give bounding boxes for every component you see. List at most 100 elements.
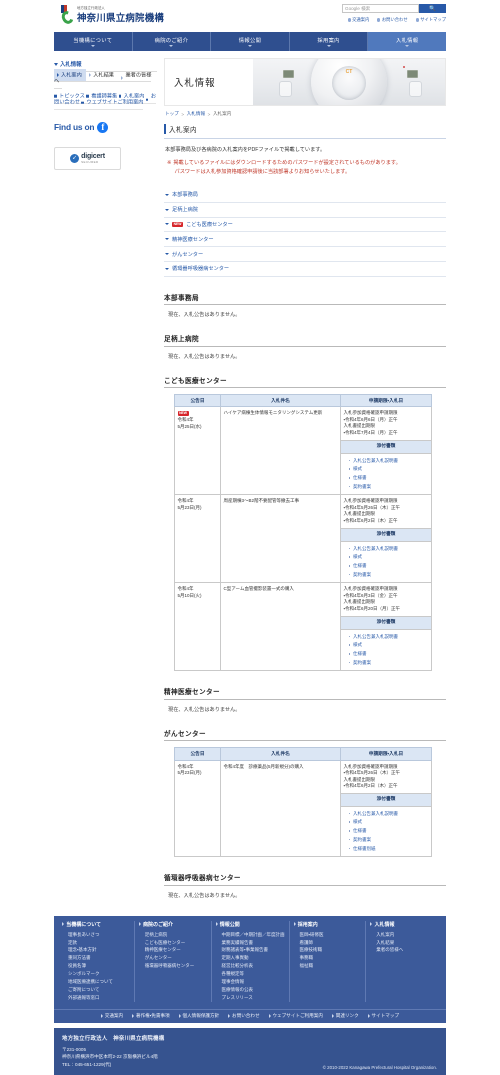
footer-link[interactable]: 業者の皆様へ — [376, 946, 438, 954]
anchor-kodomo[interactable]: NEW こども医療センター — [164, 218, 446, 233]
footer-link[interactable]: 精神医療センター — [145, 946, 207, 954]
sidebar-link-website-usage[interactable]: ウェブサイトご利用案内 — [81, 96, 144, 111]
search-input[interactable]: Google 検索 — [342, 4, 419, 13]
attachment-link[interactable]: 仕様書 — [348, 827, 429, 836]
footer-link[interactable]: ご寄附について — [68, 986, 130, 994]
anchor-ashigarakami[interactable]: 足柄上病院 — [164, 203, 446, 218]
footer-bar-link[interactable]: 交通案内 — [100, 1013, 123, 1019]
attachment-link[interactable]: 様式 — [348, 465, 429, 474]
footer-link[interactable]: 足柄上病院 — [145, 931, 207, 939]
footer-link[interactable]: 中期目標／中期計画／年度計画 — [222, 931, 285, 939]
attachment-link[interactable]: 契約書案 — [348, 571, 429, 580]
footer-link[interactable]: 事務職 — [300, 954, 362, 962]
footer-bar-link[interactable]: 著作権・免責事項 — [132, 1013, 170, 1019]
anchor-gan[interactable]: がんセンター — [164, 247, 446, 262]
nav-item-hospitals[interactable]: 病院のご紹介 — [132, 32, 212, 51]
attachment-link[interactable]: 仕様書 — [348, 650, 429, 659]
footer-column: 採用案内医師・研修医 看護師 医療技術職 事務職 福祉職 — [290, 920, 367, 1002]
attachment-link[interactable]: 仕様書 — [348, 474, 429, 483]
footer-link[interactable]: 入札案内 — [376, 931, 438, 939]
footer-link[interactable]: 看護師 — [300, 939, 362, 947]
footer-link[interactable]: 医師・研修医 — [300, 931, 362, 939]
footer-link[interactable]: 循環器呼吸器病センター — [145, 962, 207, 970]
site-logo[interactable]: 地方独立行政法人 神奈川県立病院機構 — [59, 5, 164, 26]
footer-column-heading[interactable]: 情報公開 — [215, 921, 285, 928]
attachment-link[interactable]: 入札公告兼入札説明書 — [348, 545, 429, 554]
footer-link-list: 理事長あいさつ 定款 理念・基本方針 重同方法書 役員名簿 シンボルマーク 地域医療連携につ… — [62, 931, 130, 1002]
facebook-icon[interactable] — [97, 121, 109, 133]
nav-item-about[interactable]: 当機構について — [54, 32, 133, 51]
footer-bar-link[interactable]: 関連リンク — [331, 1013, 359, 1019]
footer-link[interactable]: 経営比較分析表 — [222, 962, 285, 970]
nav-item-bidding[interactable]: 入札情報 — [368, 32, 446, 51]
footer-link[interactable]: プレスリリース — [222, 994, 285, 1002]
attachment-link[interactable]: 様式 — [348, 641, 429, 650]
digicert-seal[interactable]: digicert SECURED — [54, 146, 121, 170]
attachment-link[interactable]: 様式 — [348, 818, 429, 827]
attachment-link[interactable]: 入札公告兼入札説明書 — [348, 810, 429, 819]
footer-link[interactable]: 各種規定等 — [222, 970, 285, 978]
chevron-down-icon — [169, 45, 174, 48]
attachment-link[interactable]: 入札公告兼入札説明書 — [348, 457, 429, 466]
footer-link[interactable]: 業務実績報告書 — [222, 939, 285, 947]
footer-link[interactable]: 入札結果 — [376, 939, 438, 947]
triangle-down-icon — [165, 267, 169, 270]
sidebar-menu: 入札案内 入札結果 業者の皆様へ — [54, 68, 157, 89]
breadcrumb: トップ > 入札情報 > 入札案内 — [164, 106, 446, 123]
search-button[interactable]: 🔍 — [419, 4, 446, 13]
breadcrumb-item-top[interactable]: トップ — [165, 111, 179, 117]
find-us-on-facebook[interactable]: Find us on — [54, 121, 157, 133]
footer-link[interactable]: 理事会情報 — [222, 978, 285, 986]
footer-link[interactable]: 役員名簿 — [68, 962, 130, 970]
nav-label: 病院のご紹介 — [154, 37, 189, 44]
footer-link[interactable]: 地域医療連携について — [68, 978, 130, 986]
google-search-box: Google 検索 🔍 — [342, 4, 446, 13]
footer-link[interactable]: 理事長あいさつ — [68, 931, 130, 939]
notice-name-cell: 令和4年度 診療薬品(5月新規分)の購入 — [220, 759, 341, 858]
attachment-link[interactable]: 契約書案 — [348, 836, 429, 845]
footer-link[interactable]: 財務諸表等・事業報告書 — [222, 946, 285, 954]
footer-link[interactable]: 福祉職 — [300, 962, 362, 970]
notice-date-cell: 令和4年 5月23日(月) — [174, 759, 221, 858]
footer-column-heading[interactable]: 採用案内 — [293, 921, 362, 928]
attachment-link[interactable]: 仕様書 — [348, 562, 429, 571]
footer-link[interactable]: 理念・基本方針 — [68, 946, 130, 954]
utility-link-contact[interactable]: お問い合わせ — [377, 17, 408, 23]
footer-bar-link[interactable]: 個人情報保護方針 — [178, 1013, 219, 1019]
sidebar-item-bid-results[interactable]: 入札結果 — [86, 68, 119, 83]
sidebar-item-label: 入札結果 — [93, 72, 114, 78]
footer-link[interactable]: がんセンター — [145, 954, 207, 962]
footer-bar-link[interactable]: お問い合わせ — [228, 1013, 260, 1019]
footer-link[interactable]: 重同方法書 — [68, 954, 130, 962]
footer-bar-link[interactable]: サイトマップ — [367, 1013, 399, 1019]
utility-link-sitemap[interactable]: サイトマップ — [415, 17, 446, 23]
footer-column-heading[interactable]: 病院のご紹介 — [138, 921, 207, 928]
attachment-link[interactable]: 契約書案 — [348, 659, 429, 668]
nav-item-recruit[interactable]: 採用案内 — [289, 32, 369, 51]
anchor-honbu[interactable]: 本部事務局 — [164, 188, 446, 203]
chevron-down-icon — [326, 45, 331, 48]
nav-item-disclosure[interactable]: 情報公開 — [211, 32, 290, 51]
attachment-link[interactable]: 入札公告兼入札説明書 — [348, 633, 429, 642]
footer-link[interactable]: 医療技術職 — [300, 946, 362, 954]
footer-link[interactable]: 定款 — [68, 939, 130, 947]
attachment-link[interactable]: 仕様書別紙 — [348, 844, 429, 853]
footer-bar-link[interactable]: ウェブサイトご利用案内 — [268, 1013, 323, 1019]
footer-link[interactable]: 医療情報の公表 — [222, 986, 285, 994]
anchor-seishin[interactable]: 精神医療センター — [164, 232, 446, 248]
attachment-link[interactable]: 契約書案 — [348, 483, 429, 492]
footer-link[interactable]: 外部通報等窓口 — [68, 994, 130, 1002]
anchor-junkanki[interactable]: 循環器呼吸器病センター — [164, 262, 446, 277]
term-line: ・令和4年6月2日（木）正午 — [343, 517, 398, 523]
footer-link[interactable]: 定期人事異動 — [222, 954, 285, 962]
footer-column-heading[interactable]: 入札情報 — [370, 921, 438, 928]
utility-link-access[interactable]: 交通案内 — [347, 17, 369, 23]
attachments-header: 添付書類 — [341, 615, 431, 630]
breadcrumb-item-bidding[interactable]: 入札情報 — [187, 111, 205, 117]
bullet-icon — [415, 18, 419, 22]
footer-link[interactable]: こども医療センター — [145, 939, 207, 947]
footer-link-list: 入札案内 入札結果 業者の皆様へ — [370, 931, 438, 955]
footer-column-heading[interactable]: 当機構について — [62, 921, 130, 928]
attachment-link[interactable]: 様式 — [348, 553, 429, 562]
footer-link[interactable]: シンボルマーク — [68, 970, 130, 978]
